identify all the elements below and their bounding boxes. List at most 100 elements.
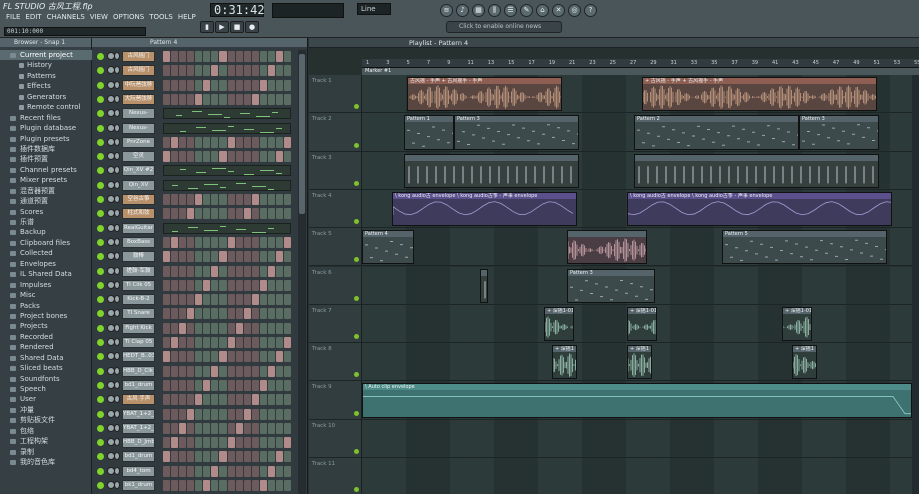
- browser-item[interactable]: 混音器预置: [0, 186, 92, 196]
- channel-piano-preview[interactable]: [163, 122, 291, 134]
- step-button[interactable]: [203, 437, 211, 449]
- volume-knob[interactable]: [114, 338, 120, 346]
- channel-mute-led[interactable]: [97, 324, 104, 332]
- step-button[interactable]: [211, 236, 219, 248]
- step-button[interactable]: [163, 422, 171, 434]
- track-mute-led[interactable]: [354, 334, 359, 340]
- save-icon[interactable]: ⌂: [536, 4, 549, 17]
- pat-song-toggle[interactable]: ▮: [200, 21, 214, 33]
- volume-knob[interactable]: [114, 452, 120, 461]
- step-button[interactable]: [187, 136, 195, 148]
- step-button[interactable]: [211, 251, 219, 263]
- step-button[interactable]: [187, 294, 195, 306]
- step-button[interactable]: [179, 79, 187, 91]
- step-button[interactable]: [219, 265, 227, 277]
- step-button[interactable]: [251, 194, 259, 205]
- step-button[interactable]: [275, 79, 283, 91]
- track-lane[interactable]: + 深摇1 + 深摇1 + 深摇1: [362, 343, 919, 381]
- step-button[interactable]: [171, 279, 179, 291]
- playlist-clip[interactable]: Pattern 2: [634, 115, 799, 150]
- step-button[interactable]: [219, 337, 227, 348]
- channel-step-sequencer[interactable]: [163, 65, 291, 77]
- step-button[interactable]: [187, 422, 195, 434]
- step-button[interactable]: [195, 136, 203, 148]
- volume-knob[interactable]: [114, 195, 120, 203]
- step-button[interactable]: [211, 294, 219, 306]
- step-button[interactable]: [219, 465, 227, 477]
- step-button[interactable]: [259, 251, 267, 263]
- step-button[interactable]: [235, 379, 243, 391]
- step-button[interactable]: [243, 308, 251, 320]
- step-button[interactable]: [243, 351, 251, 363]
- step-button[interactable]: [179, 337, 187, 348]
- channel-name-button[interactable]: RealGuitar: [122, 222, 155, 234]
- step-button[interactable]: [179, 51, 187, 62]
- step-button[interactable]: [259, 236, 267, 248]
- step-button[interactable]: [243, 279, 251, 291]
- step-button[interactable]: [283, 408, 291, 420]
- track-header[interactable]: Track 1: [309, 75, 362, 113]
- step-button[interactable]: [211, 351, 219, 363]
- channel-name-button[interactable]: HEDT_B..03_#2: [122, 351, 155, 363]
- step-button[interactable]: [235, 337, 243, 348]
- step-button[interactable]: [195, 394, 203, 406]
- channel-scrollbar[interactable]: [298, 50, 306, 494]
- step-button[interactable]: [227, 465, 235, 477]
- step-button[interactable]: [283, 208, 291, 220]
- step-button[interactable]: [251, 51, 259, 62]
- step-button[interactable]: [275, 136, 283, 148]
- channel-step-sequencer[interactable]: [163, 351, 291, 363]
- step-button[interactable]: [195, 236, 203, 248]
- step-button[interactable]: [211, 422, 219, 434]
- step-button[interactable]: [163, 294, 171, 306]
- channel-name-button[interactable]: 鼓棒: [122, 251, 155, 263]
- step-button[interactable]: [187, 265, 195, 277]
- step-button[interactable]: [179, 365, 187, 377]
- step-button[interactable]: [171, 79, 179, 91]
- browser-item[interactable]: Misc: [0, 290, 92, 300]
- step-button[interactable]: [283, 422, 291, 434]
- step-button[interactable]: [267, 308, 275, 320]
- step-button[interactable]: [219, 451, 227, 463]
- browser-item[interactable]: Recorded: [0, 332, 92, 342]
- volume-knob[interactable]: [114, 94, 120, 103]
- step-button[interactable]: [179, 480, 187, 491]
- step-button[interactable]: [171, 379, 179, 391]
- step-button[interactable]: [211, 194, 219, 205]
- step-button[interactable]: [203, 351, 211, 363]
- step-button[interactable]: [163, 194, 171, 205]
- step-button[interactable]: [235, 151, 243, 163]
- step-button[interactable]: [259, 465, 267, 477]
- step-button[interactable]: [275, 422, 283, 434]
- step-button[interactable]: [163, 279, 171, 291]
- step-button[interactable]: [211, 465, 219, 477]
- mixer-icon[interactable]: ⫼: [488, 4, 501, 17]
- track-mute-led[interactable]: [354, 142, 359, 148]
- browser-item[interactable]: Patterns: [0, 71, 92, 81]
- step-button[interactable]: [243, 93, 251, 105]
- step-button[interactable]: [267, 351, 275, 363]
- step-button[interactable]: [203, 65, 211, 77]
- volume-knob[interactable]: [114, 109, 120, 118]
- step-button[interactable]: [275, 265, 283, 277]
- step-button[interactable]: [275, 408, 283, 420]
- track-mute-led[interactable]: [354, 372, 359, 378]
- channel-step-sequencer[interactable]: [163, 251, 291, 263]
- step-button[interactable]: [211, 480, 219, 491]
- channel-mute-led[interactable]: [97, 396, 104, 404]
- step-button[interactable]: [187, 437, 195, 449]
- step-button[interactable]: [195, 79, 203, 91]
- browser-item[interactable]: Projects: [0, 321, 92, 331]
- menu-file[interactable]: FILE: [6, 13, 20, 21]
- step-button[interactable]: [211, 322, 219, 334]
- step-button[interactable]: [171, 93, 179, 105]
- step-button[interactable]: [235, 208, 243, 220]
- step-button[interactable]: [171, 337, 179, 348]
- track-header[interactable]: Track 4: [309, 189, 362, 228]
- step-button[interactable]: [219, 93, 227, 105]
- step-button[interactable]: [267, 93, 275, 105]
- step-button[interactable]: [195, 151, 203, 163]
- step-button[interactable]: [211, 379, 219, 391]
- channel-mute-led[interactable]: [97, 53, 104, 60]
- playlist-clip[interactable]: [404, 153, 579, 188]
